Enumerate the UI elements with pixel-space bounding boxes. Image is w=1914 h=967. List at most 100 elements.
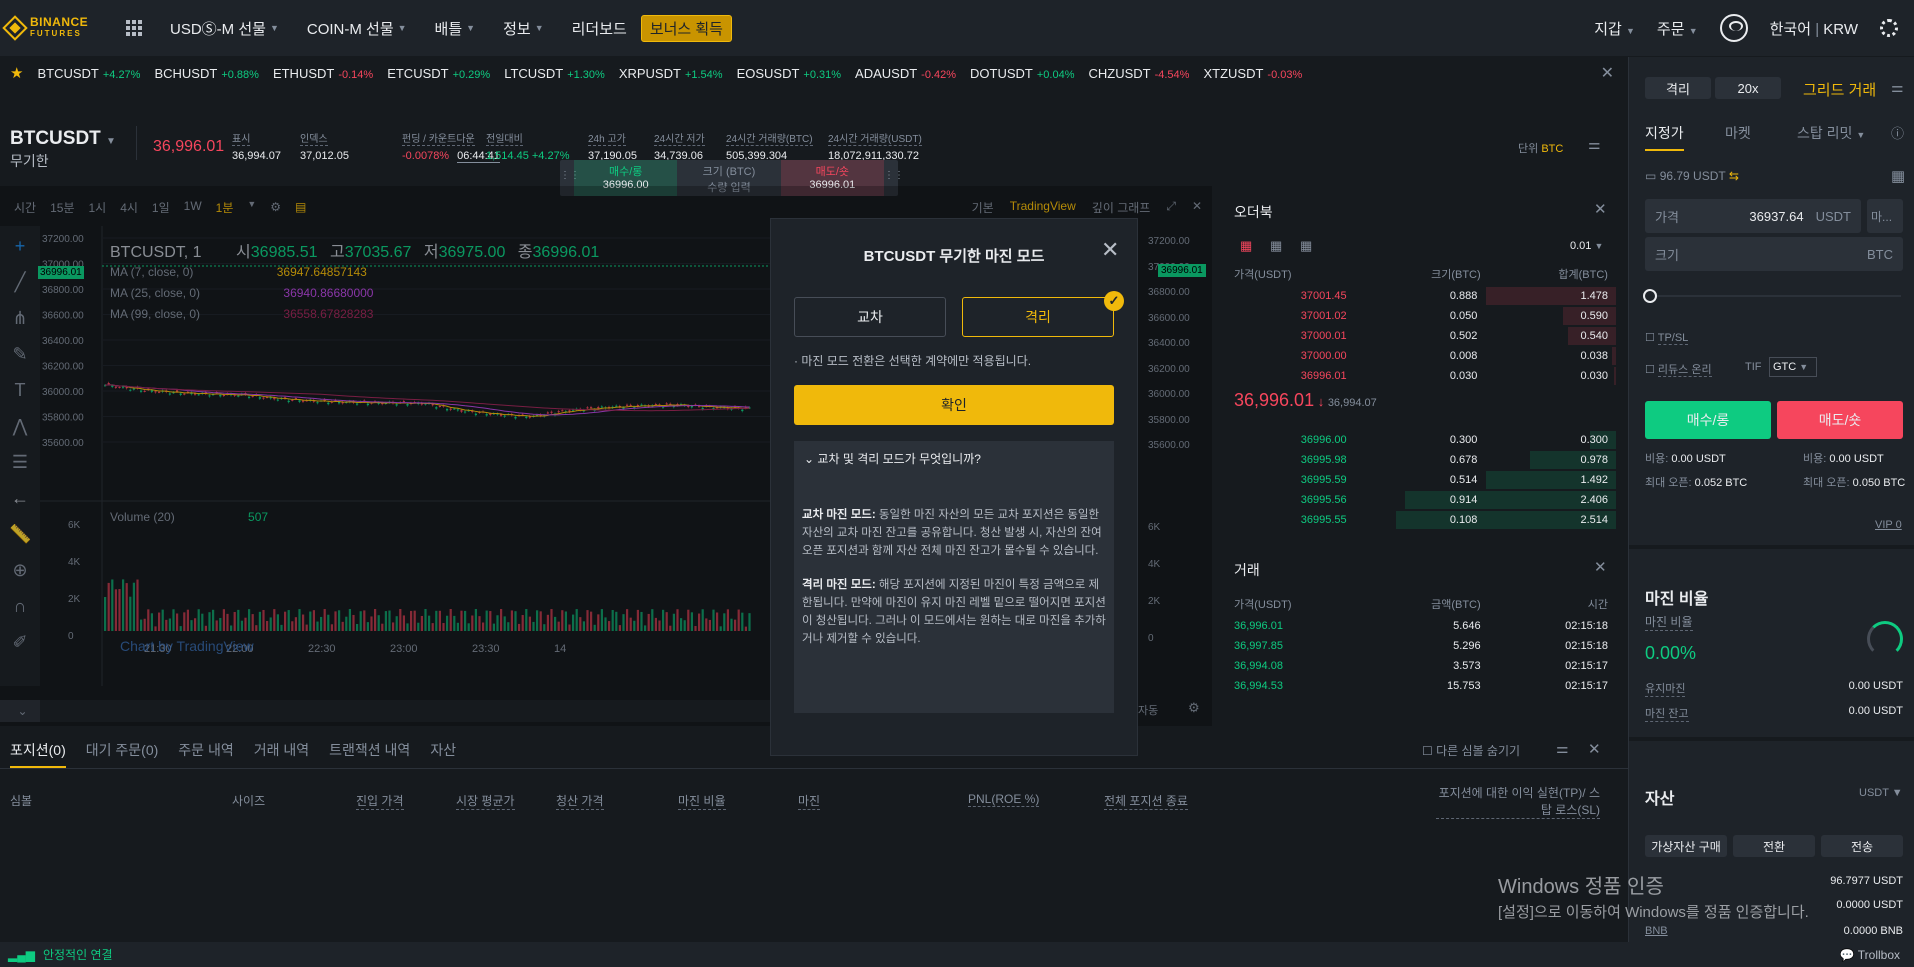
symbol-bar: BTCUSDT ▼ 무기한 36,996.01 표시 36,994.07 인덱스 37… bbox=[0, 96, 1628, 196]
ticker-item[interactable]: ADAUSDT -0.42% bbox=[855, 66, 956, 81]
orderbook-row[interactable]: 37000.01 0.502 0.540 bbox=[1224, 326, 1616, 346]
orderbook-bids-icon[interactable]: ▦ bbox=[1270, 238, 1282, 254]
orderbook-row[interactable]: 36995.98 0.678 0.978 bbox=[1224, 450, 1616, 470]
cross-margin-option[interactable]: 교차 bbox=[794, 297, 946, 337]
sell-short-button[interactable]: 매도/숏 bbox=[1777, 401, 1903, 439]
nav-coinm-futures[interactable]: COIN-M 선물 ▼ bbox=[307, 18, 407, 39]
orderbook-row[interactable]: 36995.59 0.514 1.492 bbox=[1224, 470, 1616, 490]
isolated-margin-option[interactable]: 격리 bbox=[962, 297, 1114, 337]
close-icon[interactable]: ✕ bbox=[1594, 200, 1607, 218]
nav-leaderboard[interactable]: 리더보드 bbox=[572, 18, 627, 39]
bonus-button[interactable]: 보너스 획득 bbox=[640, 14, 732, 42]
tab-market[interactable]: 마켓 bbox=[1725, 123, 1751, 143]
apps-grid-icon[interactable] bbox=[126, 20, 142, 36]
close-icon[interactable]: ✕ bbox=[1101, 237, 1119, 263]
nav-orders[interactable]: 주문 ▼ bbox=[1657, 18, 1698, 39]
logo-subtext: FUTURES bbox=[30, 29, 82, 38]
transfer-icon[interactable]: ⇆ bbox=[1729, 169, 1739, 183]
info-icon[interactable]: ⓘ bbox=[1891, 123, 1904, 142]
tab-2[interactable]: 주문 내역 bbox=[178, 740, 233, 768]
windows-activation-watermark: Windows 정품 인증 [설정]으로 이동하여 Windows를 정품 인증… bbox=[1498, 876, 1809, 921]
buy-crypto-button[interactable]: 가상자산 구매 bbox=[1645, 835, 1727, 857]
margin-mode-button[interactable]: 격리 bbox=[1645, 77, 1711, 99]
margin-ratio-value: 0.00% bbox=[1645, 643, 1697, 663]
tab-5[interactable]: 자산 bbox=[430, 740, 456, 768]
nav-battle[interactable]: 배틀 ▼ bbox=[435, 18, 476, 39]
language-selector[interactable]: 한국어 | KRW bbox=[1770, 18, 1858, 39]
leverage-button[interactable]: 20x bbox=[1715, 77, 1781, 99]
ticker-item[interactable]: XRPUSDT +1.54% bbox=[619, 66, 723, 81]
tab-3[interactable]: 거래 내역 bbox=[254, 740, 309, 768]
faq-toggle[interactable]: ⌄ 교차 및 격리 모드가 무엇입니까? bbox=[794, 441, 1114, 476]
confirm-button[interactable]: 확인 bbox=[794, 385, 1114, 425]
ticker-item[interactable]: LTCUSDT +1.30% bbox=[504, 66, 605, 81]
orderbook-row[interactable]: 37000.00 0.008 0.038 bbox=[1224, 346, 1616, 366]
ticker-item[interactable]: DOTUSDT +0.04% bbox=[970, 66, 1074, 81]
tab-0[interactable]: 포지션(0) bbox=[10, 740, 66, 768]
tpsl-checkbox[interactable]: ☐ TP/SL bbox=[1645, 331, 1689, 345]
close-icon[interactable]: ✕ bbox=[1601, 63, 1614, 83]
gear-icon[interactable] bbox=[1880, 19, 1898, 37]
ticker-item[interactable]: ETCUSDT +0.29% bbox=[387, 66, 490, 81]
orderbook-row[interactable]: 37001.45 0.888 1.478 bbox=[1224, 286, 1616, 306]
size-input[interactable]: 크기 BTC bbox=[1645, 237, 1903, 271]
margin-ratio-label: 마진 비율 bbox=[1645, 615, 1693, 631]
positions-panel: 포지션(0) 대기 주문(0) 주문 내역 거래 내역 트랜잭션 내역 자산 ☐ 다른 심… bbox=[0, 736, 1628, 936]
tif-select[interactable]: GTC ▼ bbox=[1769, 357, 1817, 377]
status-bar: ▂▄▆ 안정적인 연결 💬 Trollbox bbox=[0, 942, 1914, 967]
nav-usdm-futures[interactable]: USDⓈ-M 선물 ▼ bbox=[170, 18, 279, 39]
slider-handle[interactable] bbox=[1643, 289, 1657, 303]
calculator-icon[interactable]: ▦ bbox=[1891, 167, 1905, 185]
size-slider[interactable] bbox=[1649, 295, 1901, 297]
vip-level[interactable]: VIP 0 bbox=[1875, 519, 1902, 531]
ticker-item[interactable]: BCHUSDT +0.88% bbox=[154, 66, 258, 81]
col-header-8: 전체 포지션 종료 bbox=[1104, 794, 1188, 810]
nav-wallet[interactable]: 지갑 ▼ bbox=[1594, 18, 1635, 39]
margin-gauge-icon bbox=[1867, 621, 1903, 657]
orderbook-asks-icon[interactable]: ▦ bbox=[1300, 238, 1312, 254]
settings-sliders-icon[interactable]: ⚌ bbox=[1588, 136, 1601, 153]
orderbook-row[interactable]: 36996.01 0.030 0.030 bbox=[1224, 366, 1616, 386]
binance-futures-logo[interactable]: BINANCE FUTURES bbox=[2, 15, 102, 41]
user-avatar-icon[interactable] bbox=[1719, 14, 1748, 42]
hide-other-symbols-checkbox[interactable]: ☐ 다른 심볼 숨기기 bbox=[1422, 742, 1520, 759]
orderbook-both-icon[interactable]: ▦ bbox=[1240, 238, 1252, 254]
close-icon[interactable]: ✕ bbox=[1588, 740, 1601, 758]
orderbook-row[interactable]: 36995.56 0.914 2.406 bbox=[1224, 490, 1616, 510]
transfer-button[interactable]: 전송 bbox=[1821, 835, 1903, 857]
assets-currency-select[interactable]: USDT ▼ bbox=[1859, 787, 1903, 799]
reduce-only-checkbox[interactable]: ☐ 리듀스 온리 bbox=[1645, 361, 1712, 377]
close-icon[interactable]: ✕ bbox=[1594, 558, 1607, 576]
check-icon: ✓ bbox=[1104, 291, 1124, 311]
tab-4[interactable]: 트랜잭션 내역 bbox=[329, 740, 410, 768]
grid-trading-link[interactable]: 그리드 거래 bbox=[1803, 79, 1876, 100]
tab-1[interactable]: 대기 주문(0) bbox=[86, 740, 159, 768]
symbol-name[interactable]: BTCUSDT bbox=[10, 128, 101, 150]
precision-select[interactable]: 0.01 ▼ bbox=[1570, 240, 1603, 252]
tab-stop-limit[interactable]: 스탑 리밋 ▼ bbox=[1797, 123, 1865, 143]
top-nav: BINANCE FUTURES USDⓈ-M 선물 ▼ COIN-M 선물 ▼ 배틀 ▼… bbox=[0, 0, 1914, 56]
sliders-icon[interactable]: ⚌ bbox=[1556, 740, 1569, 757]
tab-limit[interactable]: 지정가 bbox=[1645, 123, 1684, 151]
ticker-item[interactable]: XTZUSDT -0.03% bbox=[1203, 66, 1302, 81]
ticker-item[interactable]: BTCUSDT +4.27% bbox=[37, 66, 140, 81]
cross-explanation: 교차 마진 모드: 동일한 마진 자산의 모든 교차 포지션은 동일한 자산의 … bbox=[802, 509, 1102, 557]
nav-info[interactable]: 정보 ▼ bbox=[503, 18, 544, 39]
col-header-4: 청산 가격 bbox=[556, 794, 604, 810]
orderbook-row[interactable]: 37001.02 0.050 0.590 bbox=[1224, 306, 1616, 326]
market-price-button[interactable]: 마... bbox=[1867, 199, 1903, 233]
unit-value[interactable]: BTC bbox=[1541, 143, 1563, 155]
star-icon[interactable]: ★ bbox=[10, 64, 23, 82]
trollbox-button[interactable]: 💬 Trollbox bbox=[1840, 948, 1900, 962]
mode-note: · 마진 모드 전환은 선택한 계약에만 적용됩니다. bbox=[794, 354, 1032, 368]
chevron-down-icon[interactable]: ▼ bbox=[106, 136, 116, 147]
price-input[interactable]: 가격 36937.64 USDT bbox=[1645, 199, 1861, 233]
orderbook-row[interactable]: 36995.55 0.108 2.514 bbox=[1224, 510, 1616, 530]
ticker-item[interactable]: ETHUSDT -0.14% bbox=[273, 66, 373, 81]
sliders-icon[interactable]: ⚌ bbox=[1891, 79, 1904, 96]
buy-long-button[interactable]: 매수/롱 bbox=[1645, 401, 1771, 439]
ticker-item[interactable]: CHZUSDT -4.54% bbox=[1088, 66, 1189, 81]
orderbook-row[interactable]: 36996.00 0.300 0.300 bbox=[1224, 430, 1616, 450]
convert-button[interactable]: 전환 bbox=[1733, 835, 1815, 857]
ticker-item[interactable]: EOSUSDT +0.31% bbox=[737, 66, 841, 81]
